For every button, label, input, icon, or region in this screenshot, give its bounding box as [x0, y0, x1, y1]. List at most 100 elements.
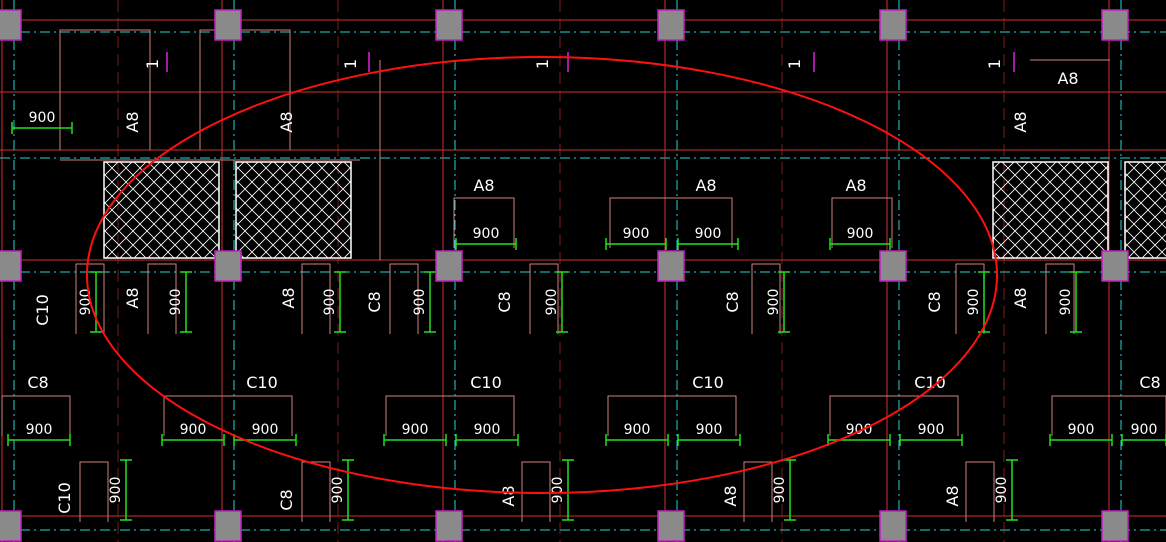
- column: [657, 9, 685, 41]
- dimension-marker: 900: [677, 422, 741, 446]
- column: [657, 510, 685, 542]
- rebar-label: C8: [495, 291, 514, 312]
- dimension-marker: 900: [1049, 422, 1113, 446]
- dimension-marker: 900: [108, 459, 132, 521]
- dimension-label: 900: [252, 422, 279, 438]
- dimension-label: 900: [473, 226, 500, 242]
- dimension-marker: 900: [994, 459, 1018, 521]
- dimension-marker: 900: [7, 422, 71, 446]
- dimension-label: 900: [78, 289, 94, 316]
- column: [879, 250, 907, 282]
- dimension-label: 900: [1068, 422, 1095, 438]
- column: [1101, 250, 1129, 282]
- grid-lines: [0, 0, 1166, 542]
- dimension-label: 900: [29, 110, 56, 126]
- dimension-marker: 900: [412, 271, 436, 333]
- rebar-label: A8: [499, 485, 518, 506]
- dimension-marker: 900: [455, 226, 517, 250]
- dimension-label: 900: [994, 477, 1010, 504]
- dimension-marker: 900: [605, 226, 667, 250]
- rebar-label: C8: [365, 291, 384, 312]
- section-number-labels: 1 1 1 1 1: [143, 59, 1004, 69]
- dimension-marker: 900: [605, 422, 669, 446]
- rebar-labels-mid: A8 A8 A8: [473, 176, 866, 195]
- rebar-labels-bottom: C10 C8 A8 A8 A8: [55, 482, 962, 514]
- rebar-label: A8: [845, 176, 866, 195]
- dimension-label: 900: [402, 422, 429, 438]
- columns: [0, 9, 1129, 542]
- rebar-line: [743, 461, 773, 522]
- dimension-label: 900: [766, 289, 782, 316]
- rebar-line: [965, 461, 995, 522]
- dimension-label: 900: [1058, 289, 1074, 316]
- dimension-marker: 900: [827, 422, 891, 446]
- cad-drawing-canvas: 900 900 900 900 900 900 900 900 900 900 900 900 900 9…: [0, 0, 1166, 542]
- dimension-label: 900: [624, 422, 651, 438]
- dimension-marker: 900: [322, 271, 346, 333]
- dimension-marker: 900: [1058, 271, 1082, 333]
- column: [435, 510, 463, 542]
- hatched-opening: [1124, 161, 1166, 259]
- rebar-label: C10: [33, 294, 52, 326]
- rebar-label: C10: [246, 373, 278, 392]
- dimension-label: 900: [26, 422, 53, 438]
- column: [214, 510, 242, 542]
- rebar-line: [79, 461, 109, 522]
- dimension-marker: 900: [829, 226, 891, 250]
- rebar-label: C10: [470, 373, 502, 392]
- rebar-label: A8: [721, 485, 740, 506]
- dimension-label: 900: [180, 422, 207, 438]
- rebar-label: A8: [473, 176, 494, 195]
- section-number-label: 1: [785, 59, 804, 69]
- dimension-marker: 900: [1121, 422, 1166, 446]
- rebar-line: [301, 461, 331, 522]
- section-number-label: 1: [985, 59, 1004, 69]
- section-number-label: 1: [143, 59, 162, 69]
- dimension-label: 900: [330, 477, 346, 504]
- dimension-marker: 900: [11, 110, 73, 134]
- dimension-label: 900: [412, 289, 428, 316]
- column: [879, 9, 907, 41]
- dimension-label: 900: [772, 477, 788, 504]
- dimension-label: 900: [623, 226, 650, 242]
- rebar-label: C8: [1139, 373, 1160, 392]
- column: [1101, 9, 1129, 41]
- column: [435, 250, 463, 282]
- dimension-marker: 900: [766, 271, 790, 333]
- rebar-label: C8: [925, 291, 944, 312]
- dimension-label: 900: [168, 289, 184, 316]
- rebar-label: A8: [279, 287, 298, 308]
- column: [214, 9, 242, 41]
- dimension-label: 900: [918, 422, 945, 438]
- rebar-lines: [1, 29, 1166, 522]
- rebar-label: C10: [55, 482, 74, 514]
- dimension-label: 900: [322, 289, 338, 316]
- rebar-label: C10: [692, 373, 724, 392]
- dimension-marker: 900: [383, 422, 447, 446]
- rebar-label: A8: [123, 287, 142, 308]
- dimension-marker: 900: [233, 422, 297, 446]
- column: [879, 510, 907, 542]
- dimension-label: 900: [696, 422, 723, 438]
- rebar-label: A8: [1011, 287, 1030, 308]
- hatched-opening: [235, 161, 352, 259]
- column: [1101, 510, 1129, 542]
- dimension-label: 900: [544, 289, 560, 316]
- rebar-label: A8: [695, 176, 716, 195]
- dimension-marker: 900: [772, 459, 796, 521]
- dimension-label: 900: [108, 477, 124, 504]
- dimension-marker: 900: [899, 422, 963, 446]
- dimension-label: 900: [550, 477, 566, 504]
- section-number-label: 1: [533, 59, 552, 69]
- column: [657, 250, 685, 282]
- rebar-label: A8: [123, 111, 142, 132]
- dimension-label: 900: [847, 226, 874, 242]
- column: [214, 250, 242, 282]
- rebar-label: A8: [943, 485, 962, 506]
- rebar-label: A8: [277, 111, 296, 132]
- column: [0, 250, 22, 282]
- hatched-opening: [103, 161, 220, 259]
- section-number-label: 1: [341, 59, 360, 69]
- dimension-marker: 900: [550, 459, 574, 521]
- rebar-label: C8: [277, 489, 296, 510]
